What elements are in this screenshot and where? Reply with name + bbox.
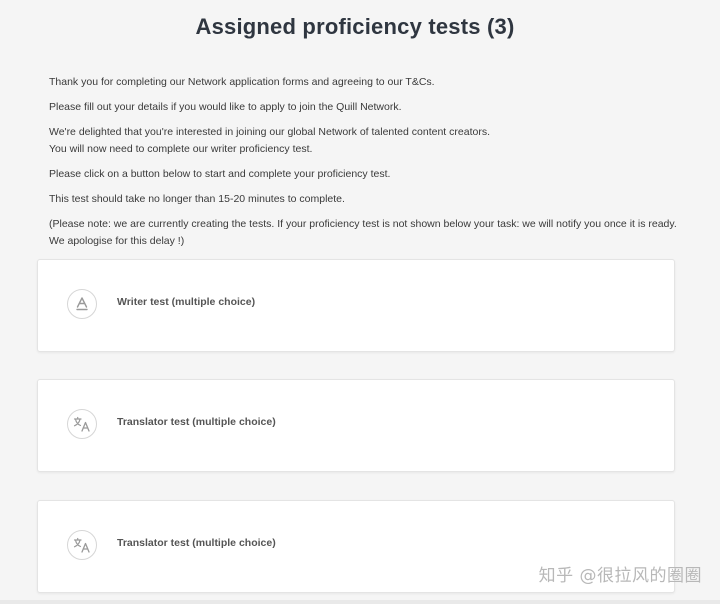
watermark: 知乎 @很拉风的圈圈	[538, 566, 702, 586]
test-card-writer[interactable]: Writer test (multiple choice)	[37, 259, 675, 352]
writer-icon	[67, 289, 97, 319]
intro-line: We're delighted that you're interested i…	[49, 124, 679, 158]
intro-note: (Please note: we are currently creating …	[49, 218, 677, 247]
intro-line-part: We're delighted that you're interested i…	[49, 126, 490, 138]
test-card-label: Translator test (multiple choice)	[117, 537, 276, 549]
test-card-translator[interactable]: Translator test (multiple choice)	[37, 379, 675, 472]
intro-line: Thank you for completing our Network app…	[49, 76, 435, 88]
translate-icon	[67, 409, 97, 439]
intro-line: Please fill out your details if you woul…	[49, 101, 402, 113]
intro-line: Please click on a button below to start …	[49, 168, 391, 180]
bottom-divider	[0, 600, 720, 604]
intro-text: Thank you for completing our Network app…	[49, 74, 679, 258]
page: Assigned proficiency tests (3) Thank you…	[0, 0, 720, 604]
translate-icon	[67, 530, 97, 560]
test-card-label: Writer test (multiple choice)	[117, 296, 256, 308]
intro-line-part: You will now need to complete our writer…	[49, 143, 313, 155]
intro-line: This test should take no longer than 15-…	[49, 193, 345, 205]
test-card-label: Translator test (multiple choice)	[117, 416, 276, 428]
page-title: Assigned proficiency tests (3)	[195, 14, 515, 39]
